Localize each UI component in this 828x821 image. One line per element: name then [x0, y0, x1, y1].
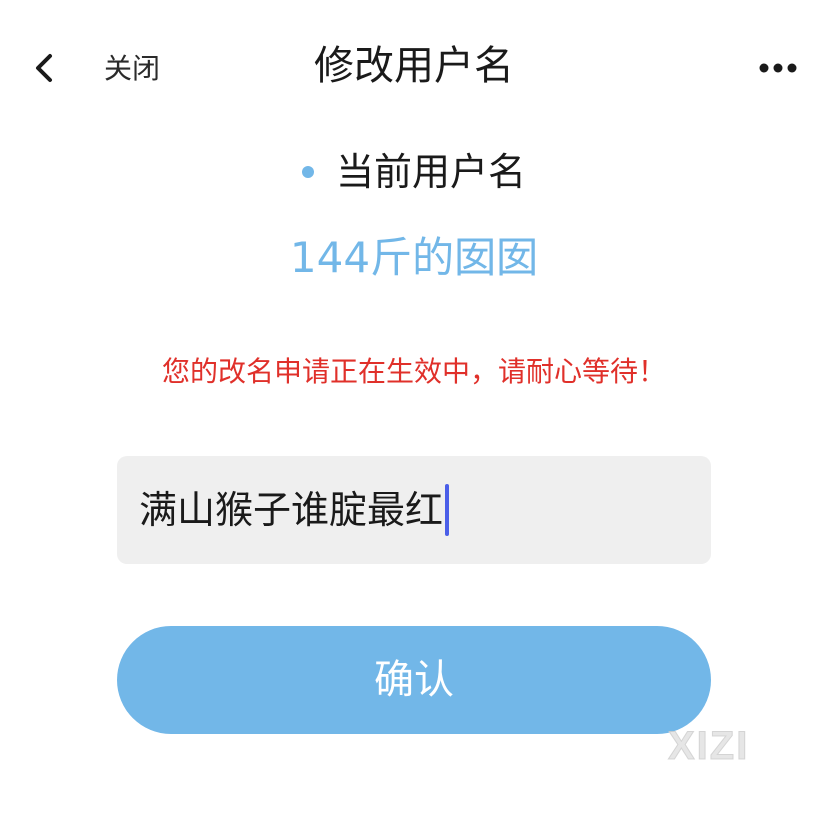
more-horizontal-icon [759, 63, 797, 73]
current-username-label: 当前用户名 [335, 150, 526, 194]
pending-notice: 您的改名申请正在生效中，请耐心等待！ [161, 355, 666, 388]
new-username-input[interactable]: 满山猴子谁腚最红 [117, 456, 711, 564]
new-username-input-value: 满山猴子谁腚最红 [139, 488, 444, 532]
text-caret [445, 484, 450, 536]
page-title: 修改用户名 [314, 43, 514, 89]
watermark-logo: XIZI [667, 724, 750, 769]
current-username-header: 当前用户名 [0, 144, 828, 200]
bullet-icon [301, 166, 314, 178]
current-username-value: 144斤的囡囡 [289, 233, 539, 282]
nav-bar: 关闭 修改用户名 [0, 0, 828, 130]
more-button[interactable] [752, 52, 804, 84]
confirm-button[interactable]: 确认 [117, 626, 711, 734]
